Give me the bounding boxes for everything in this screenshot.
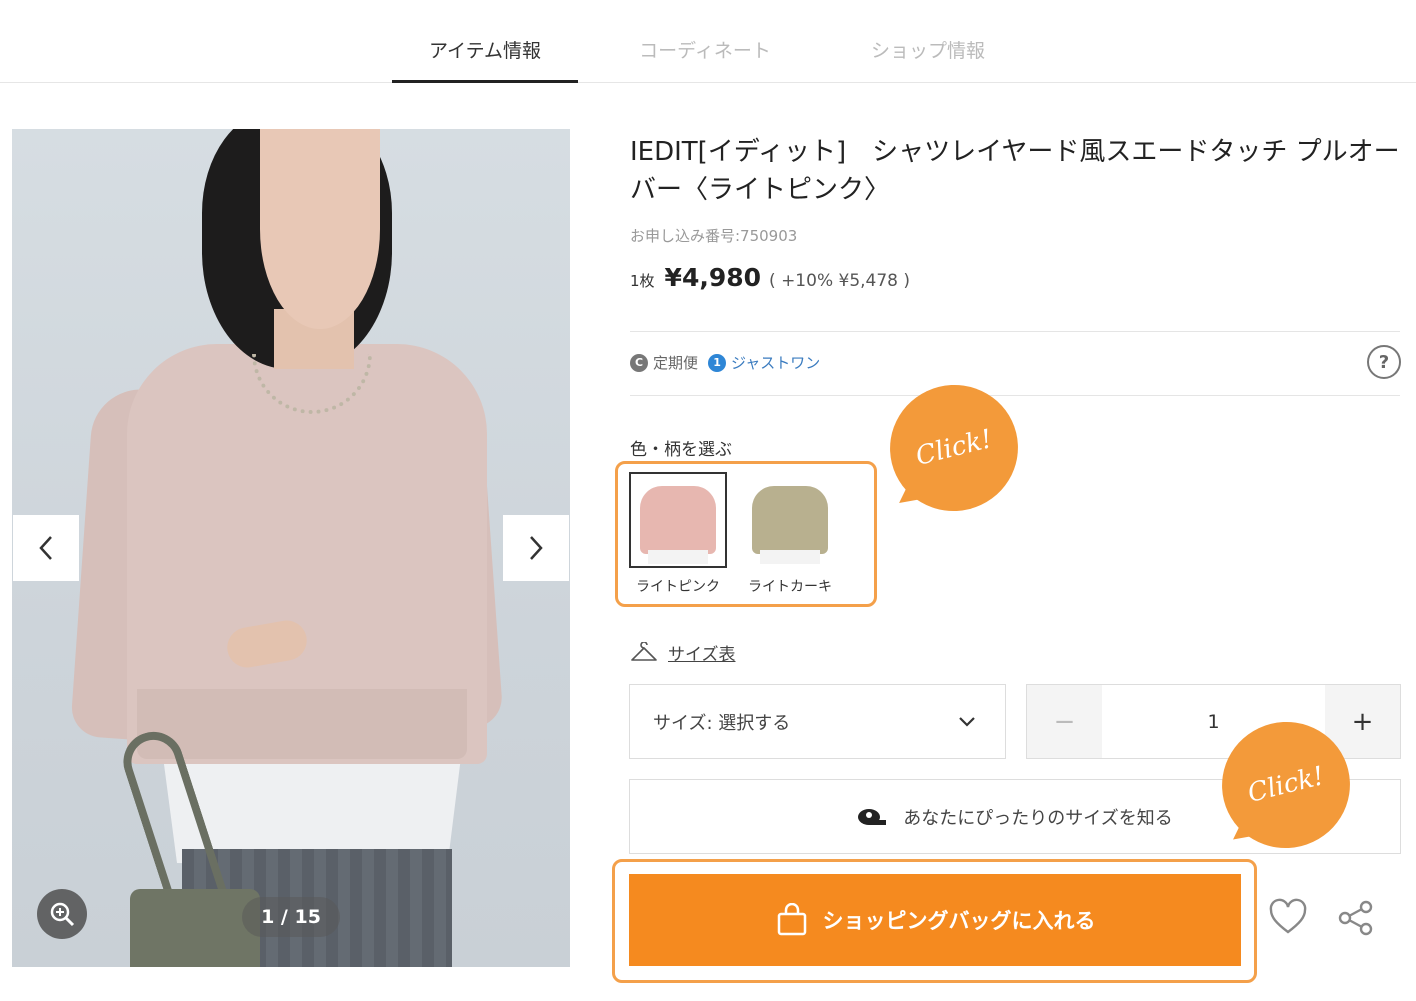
light-pink-thumbnail	[640, 486, 716, 564]
chevron-right-icon	[530, 536, 543, 560]
photo-bag	[130, 889, 260, 967]
color-option-label: ライトピンク	[636, 579, 720, 595]
tab-bar: アイテム情報 コーディネート ショップ情報	[0, 0, 1416, 83]
quantity-stepper: − 1 +	[1026, 684, 1401, 759]
quantity-decrease-button[interactable]: −	[1027, 685, 1102, 758]
zoom-in-icon	[50, 902, 75, 927]
zoom-button[interactable]	[37, 889, 87, 939]
color-select-label: 色・柄を選ぶ	[630, 440, 732, 460]
color-option-light-pink[interactable]	[629, 472, 727, 568]
quantity-unit: 1枚	[630, 272, 655, 290]
just-one-label: ジャストワン	[731, 354, 821, 372]
shopping-bag-icon	[777, 903, 806, 936]
teiki-badge[interactable]: C 定期便	[630, 352, 698, 373]
service-badges: C 定期便 1 ジャストワン	[630, 352, 820, 373]
tab-item-info[interactable]: アイテム情報	[392, 36, 578, 63]
color-option-light-khaki[interactable]	[741, 472, 839, 568]
tab-shop-info[interactable]: ショップ情報	[835, 36, 1021, 63]
add-to-bag-label: ショッピングバッグに入れる	[822, 909, 1096, 933]
divider	[630, 331, 1400, 332]
size-select[interactable]: サイズ: 選択する	[629, 684, 1006, 759]
subscription-icon: C	[630, 353, 648, 372]
measuring-tape-icon	[858, 808, 887, 825]
divider	[630, 395, 1400, 396]
chevron-left-icon	[39, 536, 52, 560]
hanger-icon	[631, 641, 657, 661]
just-one-icon: 1	[708, 353, 727, 372]
heart-icon[interactable]	[1268, 898, 1308, 938]
chevron-down-icon	[959, 717, 975, 727]
add-to-bag-button[interactable]: ショッピングバッグに入れる	[629, 874, 1241, 966]
active-tab-indicator	[392, 80, 578, 83]
order-number: お申し込み番号:750903	[630, 227, 798, 245]
price: ¥4,980	[664, 263, 762, 292]
tax-included-price: ( +10% ¥5,478 )	[769, 271, 911, 291]
light-khaki-thumbnail	[752, 486, 828, 564]
find-my-size-label: あなたにぴったりのサイズを知る	[903, 807, 1173, 829]
size-chart-label: サイズ表	[668, 645, 736, 665]
gallery-prev-button[interactable]	[13, 515, 79, 581]
size-select-label: サイズ: 選択する	[653, 712, 791, 734]
tab-coordinate[interactable]: コーディネート	[612, 36, 798, 63]
teiki-label: 定期便	[653, 354, 699, 372]
photo-face	[260, 129, 380, 329]
share-icon[interactable]	[1336, 898, 1376, 938]
product-image[interactable]: 1 / 15	[12, 129, 570, 967]
help-icon[interactable]: ?	[1367, 345, 1401, 379]
size-chart-link[interactable]: サイズ表	[630, 640, 736, 665]
product-title: IEDIT[イディット] シャツレイヤード風スエードタッチ プルオーバー〈ライト…	[630, 137, 1400, 205]
gallery-next-button[interactable]	[503, 515, 569, 581]
image-counter: 1 / 15	[242, 897, 340, 937]
just-one-badge[interactable]: 1 ジャストワン	[708, 352, 820, 373]
photo-sweater-hem	[137, 689, 467, 759]
price-row: 1枚 ¥4,980 ( +10% ¥5,478 )	[630, 263, 910, 292]
color-option-label: ライトカーキ	[748, 579, 832, 595]
